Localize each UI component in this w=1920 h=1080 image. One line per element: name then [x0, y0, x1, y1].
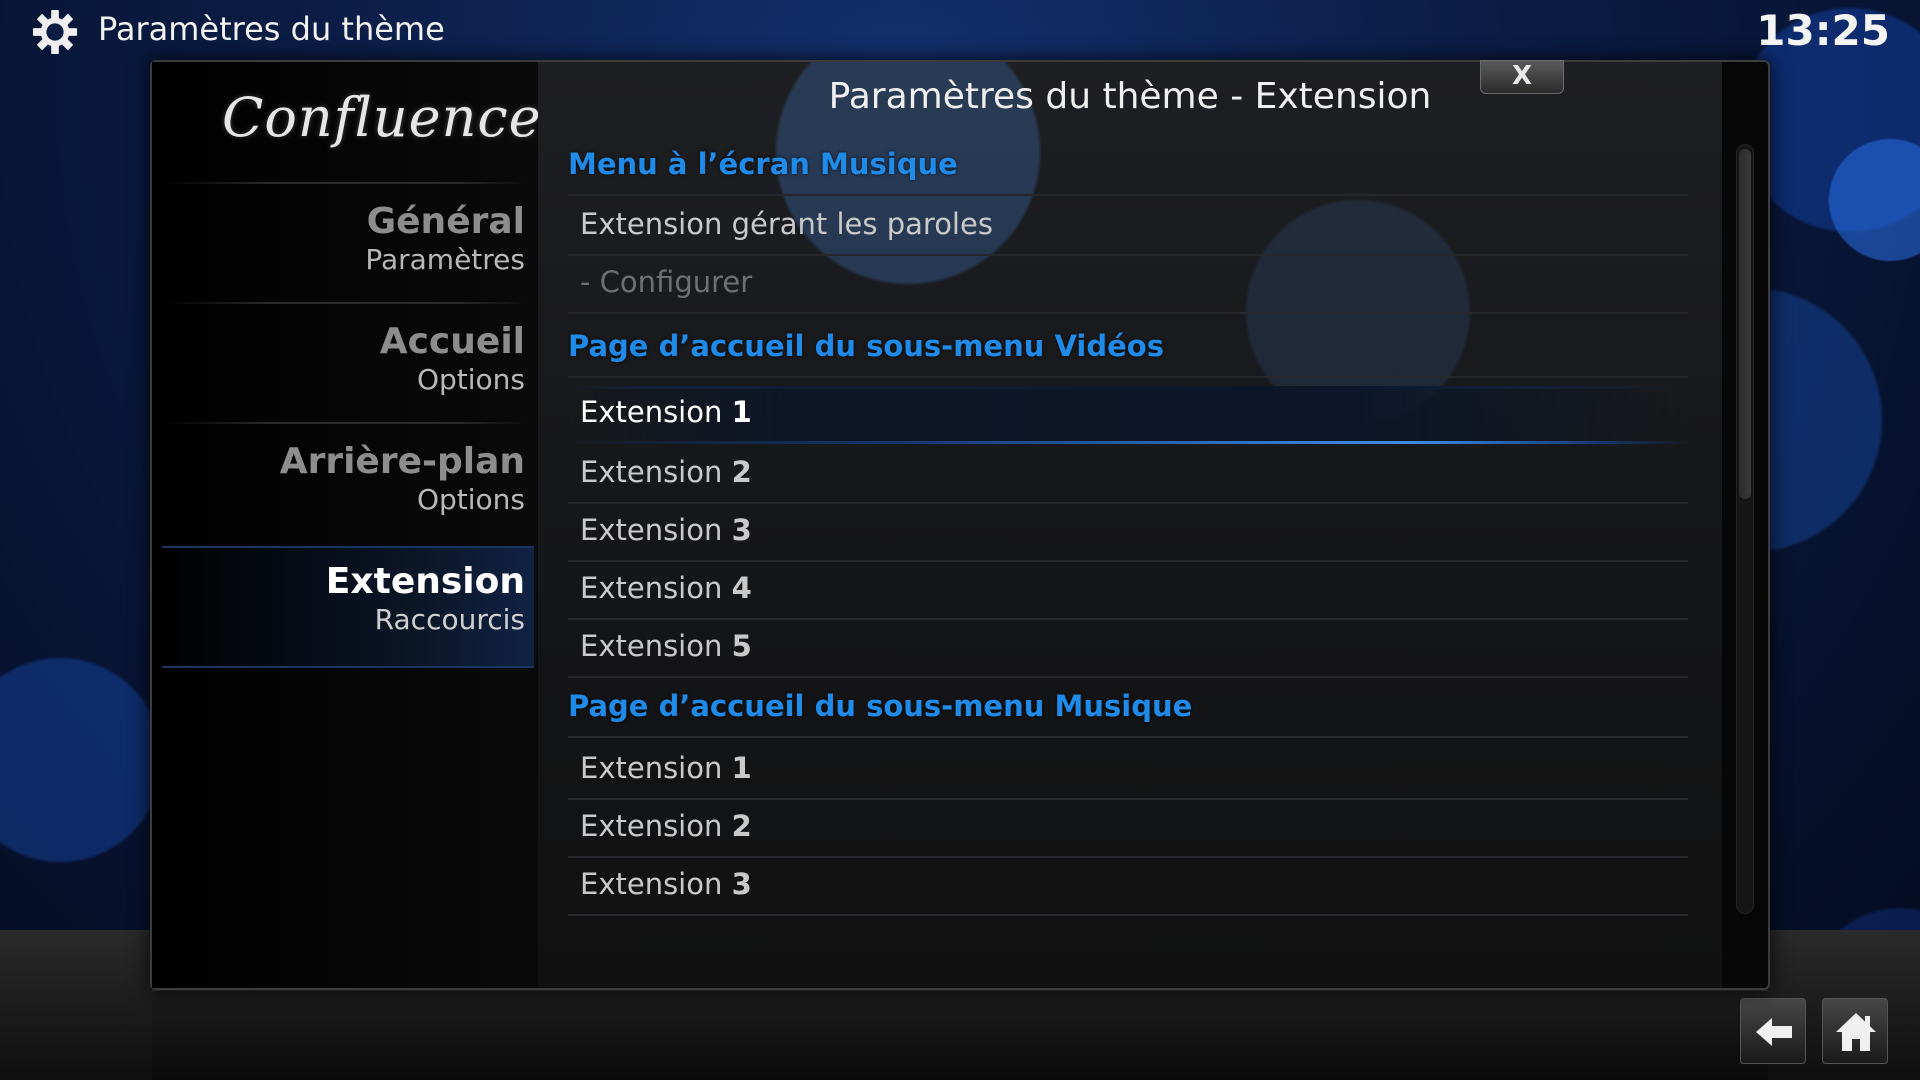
setting-videos-extension-1[interactable]: Extension 1	[568, 386, 1688, 444]
close-button[interactable]: X	[1480, 60, 1564, 94]
sidebar: Confluence Général Paramètres Accueil Op…	[152, 62, 542, 988]
sidebar-item-sublabel: Paramètres	[365, 243, 525, 276]
scrollbar[interactable]	[1736, 144, 1754, 914]
scrollbar-thumb[interactable]	[1739, 149, 1751, 499]
footer-bar	[152, 990, 1768, 1080]
home-button[interactable]	[1822, 998, 1888, 1064]
setting-videos-extension-2[interactable]: Extension 2	[568, 446, 1688, 504]
setting-number: 4	[731, 571, 752, 605]
setting-label: Extension	[580, 629, 723, 663]
sidebar-item-general[interactable]: Général Paramètres	[165, 202, 525, 278]
setting-label: Extension	[580, 513, 723, 547]
window-title: Paramètres du thème	[98, 10, 445, 48]
back-button[interactable]	[1740, 998, 1806, 1064]
sidebar-item-sublabel: Raccourcis	[374, 603, 525, 636]
confluence-logo: Confluence	[222, 86, 542, 149]
setting-music-extension-3[interactable]: Extension 3	[568, 858, 1688, 916]
setting-number: 2	[731, 455, 752, 489]
setting-number: 2	[731, 809, 752, 843]
divider	[162, 422, 532, 424]
setting-label: Extension	[580, 571, 723, 605]
setting-label: Extension	[580, 809, 723, 843]
setting-number: 3	[731, 867, 752, 901]
sidebar-item-arriere-plan[interactable]: Arrière-plan Options	[165, 442, 525, 518]
setting-number: 1	[731, 395, 752, 429]
sidebar-item-label: Extension	[325, 561, 525, 602]
setting-label: Extension	[580, 867, 723, 901]
sidebar-item-accueil[interactable]: Accueil Options	[165, 322, 525, 398]
sidebar-item-label: Accueil	[379, 321, 525, 362]
home-icon	[1836, 1013, 1876, 1051]
divider	[162, 302, 532, 304]
setting-number: 1	[731, 751, 752, 785]
setting-videos-extension-5[interactable]: Extension 5	[568, 620, 1688, 678]
setting-videos-extension-3[interactable]: Extension 3	[568, 504, 1688, 562]
top-bar: Paramètres du thème 13:25	[0, 0, 1920, 60]
section-header: Page d’accueil du sous-menu Vidéos	[568, 320, 1688, 378]
setting-music-extension-1[interactable]: Extension 1	[568, 742, 1688, 800]
setting-number: 3	[731, 513, 752, 547]
sidebar-item-sublabel: Options	[416, 363, 525, 396]
settings-content: Paramètres du thème - Extension Menu à l…	[538, 62, 1722, 988]
sidebar-item-label: Arrière-plan	[279, 441, 525, 482]
settings-dialog: Confluence Général Paramètres Accueil Op…	[150, 60, 1770, 990]
sidebar-item-extension[interactable]: Extension Raccourcis	[165, 562, 525, 638]
setting-music-extension-2[interactable]: Extension 2	[568, 800, 1688, 858]
setting-label: Extension	[580, 455, 723, 489]
sidebar-item-sublabel: Options	[416, 483, 525, 516]
gear-icon	[32, 9, 78, 55]
setting-number: 5	[731, 629, 752, 663]
back-arrow-icon	[1756, 1018, 1792, 1046]
setting-videos-extension-4[interactable]: Extension 4	[568, 562, 1688, 620]
setting-lyrics-addon[interactable]: Extension gérant les paroles	[568, 198, 1688, 256]
setting-label: Extension	[580, 395, 723, 429]
sidebar-item-label: Général	[366, 201, 525, 242]
clock: 13:25	[1756, 6, 1890, 55]
setting-label: Extension	[580, 751, 723, 785]
divider	[162, 182, 532, 184]
section-header: Page d’accueil du sous-menu Musique	[568, 680, 1688, 738]
section-header: Menu à l’écran Musique	[568, 138, 1688, 196]
setting-configure[interactable]: - Configurer	[568, 256, 1688, 314]
